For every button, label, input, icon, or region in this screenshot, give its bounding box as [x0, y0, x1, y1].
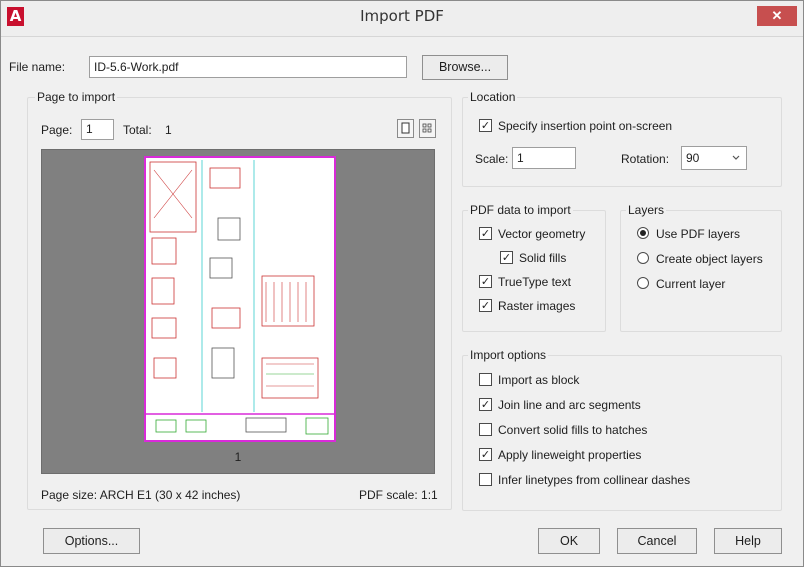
current-layer-label: Current layer [656, 277, 726, 291]
raster-images-checkbox[interactable]: ✓ [479, 299, 492, 312]
title-bar[interactable]: A Import PDF ✕ [1, 1, 803, 37]
truetype-text-label: TrueType text [498, 275, 571, 289]
pdf-page-thumbnail[interactable] [144, 156, 336, 442]
use-pdf-layers-radio[interactable] [637, 227, 649, 239]
import-options-heading: Import options [468, 348, 549, 362]
solid-fills-checkbox[interactable]: ✓ [500, 251, 513, 264]
pdf-scale-text: PDF scale: 1:1 [359, 488, 438, 502]
vector-geometry-label: Vector geometry [498, 227, 586, 241]
check-icon: ✓ [480, 299, 491, 312]
check-icon: ✓ [480, 119, 491, 132]
page-size-text: Page size: ARCH E1 (30 x 42 inches) [41, 488, 241, 502]
check-icon: ✓ [480, 398, 491, 411]
location-heading: Location [468, 90, 518, 104]
apply-lineweight-checkbox[interactable]: ✓ [479, 448, 492, 461]
import-as-block-checkbox[interactable] [479, 373, 492, 386]
infer-linetypes-label: Infer linetypes from collinear dashes [498, 473, 691, 487]
create-object-layers-radio[interactable] [637, 252, 649, 264]
page-label: Page: [41, 123, 73, 137]
page-number-input[interactable]: 1 [81, 119, 114, 140]
ok-button[interactable]: OK [538, 528, 600, 554]
join-line-arc-checkbox[interactable]: ✓ [479, 398, 492, 411]
chevron-down-icon [732, 155, 740, 160]
help-button[interactable]: Help [714, 528, 782, 554]
convert-solid-fills-checkbox[interactable] [479, 423, 492, 436]
grid-view-button[interactable] [419, 119, 436, 138]
close-icon: ✕ [771, 8, 783, 23]
join-line-arc-label: Join line and arc segments [498, 398, 641, 412]
single-page-view-button[interactable] [397, 119, 414, 138]
close-button[interactable]: ✕ [757, 6, 797, 26]
grid-view-icon [422, 123, 432, 133]
check-icon: ✓ [501, 251, 512, 264]
truetype-text-checkbox[interactable]: ✓ [479, 275, 492, 288]
drawing-thumbnail-image [146, 160, 334, 435]
radio-selected-dot [640, 230, 646, 236]
page-preview[interactable]: 1 [41, 149, 435, 474]
rotation-value: 90 [686, 151, 700, 165]
pdf-data-heading: PDF data to import [468, 203, 573, 217]
cancel-button[interactable]: Cancel [617, 528, 697, 554]
infer-linetypes-checkbox[interactable] [479, 473, 492, 486]
current-layer-radio[interactable] [637, 277, 649, 289]
location-group [462, 97, 782, 187]
rotation-label: Rotation: [621, 152, 670, 166]
window-title: Import PDF [360, 7, 444, 25]
solid-fills-label: Solid fills [519, 251, 567, 265]
apply-lineweight-label: Apply lineweight properties [498, 448, 642, 462]
browse-button[interactable]: Browse... [422, 55, 508, 80]
single-page-view-icon [401, 122, 410, 134]
specify-insertion-point-label: Specify insertion point on-screen [498, 119, 673, 133]
total-label: Total: [123, 123, 152, 137]
specify-insertion-point-checkbox[interactable]: ✓ [479, 119, 492, 132]
layers-heading: Layers [626, 203, 667, 217]
scale-input[interactable]: 1 [512, 147, 576, 169]
import-as-block-label: Import as block [498, 373, 580, 387]
scale-label: Scale: [475, 152, 509, 166]
file-name-field[interactable]: ID-5.6-Work.pdf [89, 56, 407, 78]
total-value: 1 [165, 123, 172, 137]
file-name-label: File name: [9, 60, 66, 74]
page-to-import-heading: Page to import [35, 90, 118, 104]
check-icon: ✓ [480, 448, 491, 461]
rotation-dropdown[interactable]: 90 [681, 146, 747, 170]
thumbnail-page-number: 1 [234, 450, 242, 464]
check-icon: ✓ [480, 227, 491, 240]
import-pdf-dialog: A Import PDF ✕ File name: ID-5.6-Work.pd… [0, 0, 804, 567]
raster-images-label: Raster images [498, 299, 576, 313]
use-pdf-layers-label: Use PDF layers [656, 227, 741, 241]
create-object-layers-label: Create object layers [656, 252, 763, 266]
convert-solid-fills-label: Convert solid fills to hatches [498, 423, 648, 437]
check-icon: ✓ [480, 275, 491, 288]
options-button[interactable]: Options... [43, 528, 140, 554]
vector-geometry-checkbox[interactable]: ✓ [479, 227, 492, 240]
